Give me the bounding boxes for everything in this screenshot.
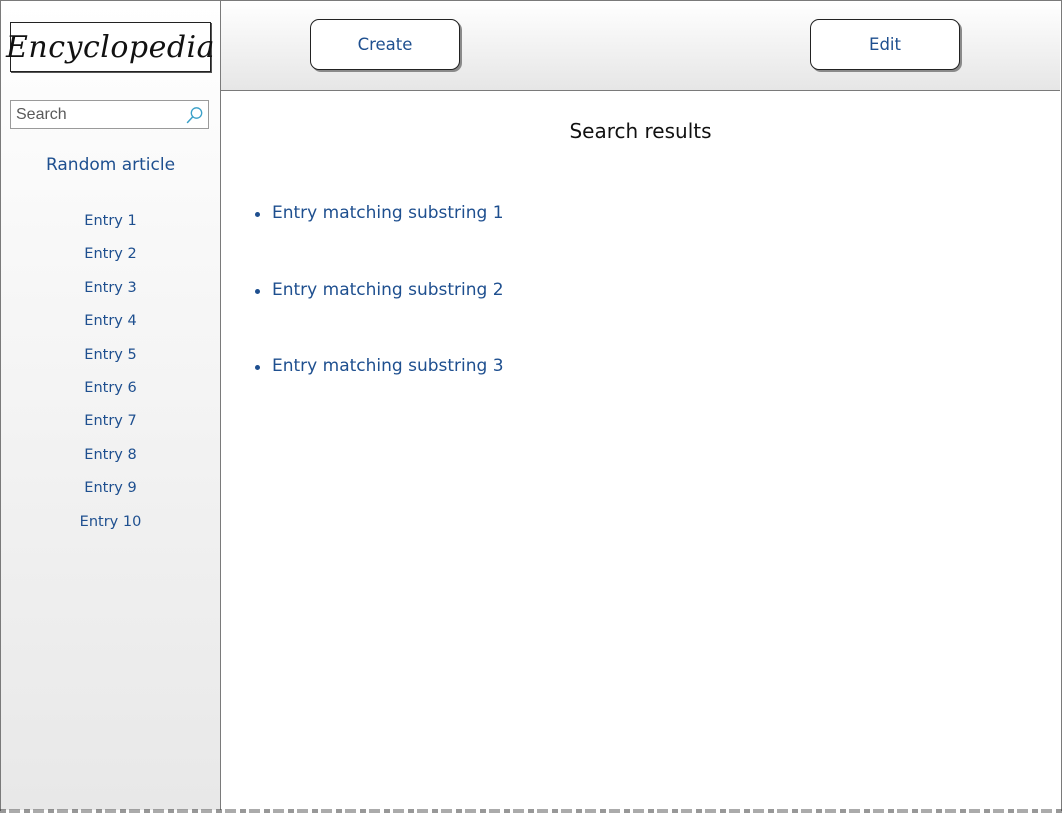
search-result-label: Entry matching substring 3 xyxy=(272,356,504,376)
logo: Encyclopedia xyxy=(6,22,215,72)
bullet-icon xyxy=(255,212,260,217)
edit-button[interactable]: Edit xyxy=(810,19,960,70)
search-result-link[interactable]: Entry matching substring 3 xyxy=(255,356,504,433)
search-result-label: Entry matching substring 2 xyxy=(272,279,504,300)
toolbar: Create Edit xyxy=(221,1,1060,91)
sidebar: Encyclopedia Random article Entry 1 Entr… xyxy=(1,1,221,810)
search-result-link[interactable]: Entry matching substring 2 xyxy=(255,280,504,357)
bullet-icon xyxy=(255,288,260,294)
bullet-icon xyxy=(255,365,260,370)
search-result-label: Entry matching substring 1 xyxy=(272,203,504,223)
sidebar-entry-link[interactable]: Entry 10 xyxy=(1,512,220,545)
search-box xyxy=(10,100,209,129)
sidebar-entry-link[interactable]: Entry 2 xyxy=(1,244,220,277)
sidebar-entry-link[interactable]: Entry 9 xyxy=(1,478,220,511)
page-title: Search results xyxy=(569,119,712,143)
sidebar-entry-link[interactable]: Entry 6 xyxy=(1,378,220,411)
sketch-edge xyxy=(0,809,1062,813)
search-icon[interactable] xyxy=(185,105,205,125)
sidebar-entry-link[interactable]: Entry 8 xyxy=(1,445,220,478)
entry-list: Entry 1 Entry 2 Entry 3 Entry 4 Entry 5 … xyxy=(1,211,220,545)
search-result-link[interactable]: Entry matching substring 1 xyxy=(255,203,504,280)
sidebar-entry-link[interactable]: Entry 3 xyxy=(1,278,220,311)
search-results-list: Entry matching substring 1 Entry matchin… xyxy=(255,203,504,433)
sidebar-entry-link[interactable]: Entry 1 xyxy=(1,211,220,244)
sidebar-entry-link[interactable]: Entry 7 xyxy=(1,411,220,444)
search-input[interactable] xyxy=(11,101,183,128)
create-button[interactable]: Create xyxy=(310,19,460,70)
main-content: Search results Entry matching substring … xyxy=(221,91,1060,810)
sidebar-entry-link[interactable]: Entry 4 xyxy=(1,311,220,344)
sidebar-entry-link[interactable]: Entry 5 xyxy=(1,345,220,378)
random-article-link[interactable]: Random article xyxy=(1,155,220,175)
